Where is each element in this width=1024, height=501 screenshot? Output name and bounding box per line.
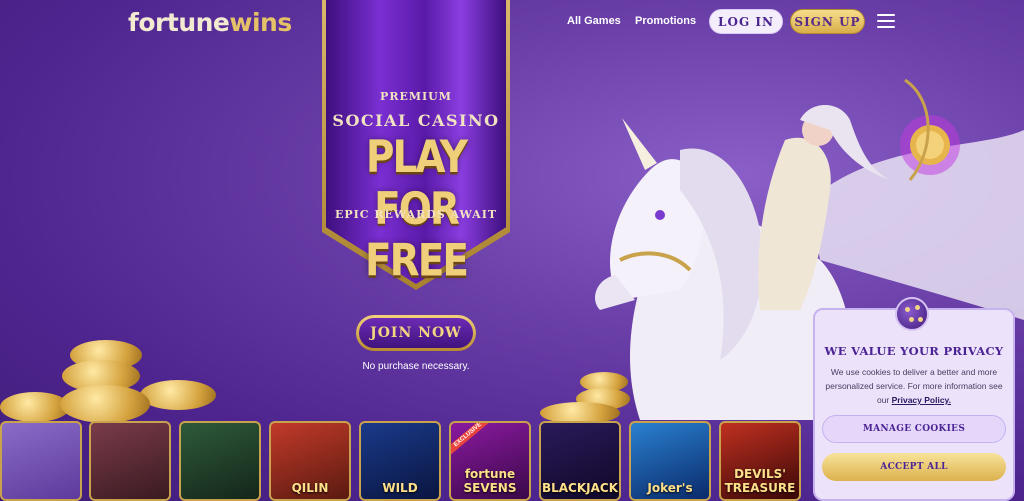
banner-premium-text: PREMIUM xyxy=(380,90,452,103)
privacy-body: We use cookies to deliver a better and m… xyxy=(822,365,1006,407)
banner-tagline: EPIC REWARDS AWAIT xyxy=(334,208,498,221)
accept-all-button[interactable]: ACCEPT ALL xyxy=(822,453,1006,481)
game-tile[interactable]: EXCLUSIVE fortune SEVENS xyxy=(449,421,531,501)
privacy-title: WE VALUE YOUR PRIVACY xyxy=(824,344,1004,358)
cookie-icon xyxy=(895,297,929,331)
game-tile[interactable]: DEVILS' TREASURE xyxy=(719,421,801,501)
game-tile-title: fortune SEVENS xyxy=(463,467,517,495)
join-now-button[interactable]: JOIN NOW xyxy=(356,315,476,351)
exclusive-badge: EXCLUSIVE xyxy=(451,423,490,455)
game-tile-title: QILIN xyxy=(291,481,329,495)
no-purchase-disclaimer: No purchase necessary. xyxy=(362,361,470,372)
site-logo[interactable]: fortunewins xyxy=(128,8,292,37)
game-tile[interactable]: BLACKJACK xyxy=(539,421,621,501)
join-now-label: JOIN NOW xyxy=(359,318,473,348)
hamburger-menu-icon[interactable] xyxy=(877,14,895,28)
manage-cookies-button[interactable]: MANAGE COOKIES xyxy=(822,415,1006,443)
game-tile-title: WILD xyxy=(382,481,418,495)
privacy-policy-link[interactable]: Privacy Policy. xyxy=(892,395,951,405)
logo-text-fortune: fortune xyxy=(128,8,230,37)
game-tile-title: DEVILS' TREASURE xyxy=(724,467,796,495)
game-tile[interactable]: Joker's xyxy=(629,421,711,501)
nav-promotions[interactable]: Promotions xyxy=(635,15,696,27)
game-tile[interactable]: WILD xyxy=(359,421,441,501)
game-tile-title: BLACKJACK xyxy=(541,481,619,495)
game-tile[interactable] xyxy=(0,421,82,501)
banner-social-casino-text: SOCIAL CASINO xyxy=(332,111,500,130)
nav-all-games[interactable]: All Games xyxy=(567,15,621,27)
logo-text-wins: wins xyxy=(229,8,292,37)
signup-button[interactable]: SIGN UP xyxy=(790,9,865,34)
game-tile[interactable]: QILIN xyxy=(269,421,351,501)
login-button[interactable]: LOG IN xyxy=(709,9,783,34)
game-tile-title: Joker's xyxy=(647,481,693,495)
game-tile[interactable] xyxy=(179,421,261,501)
game-tile[interactable] xyxy=(89,421,171,501)
